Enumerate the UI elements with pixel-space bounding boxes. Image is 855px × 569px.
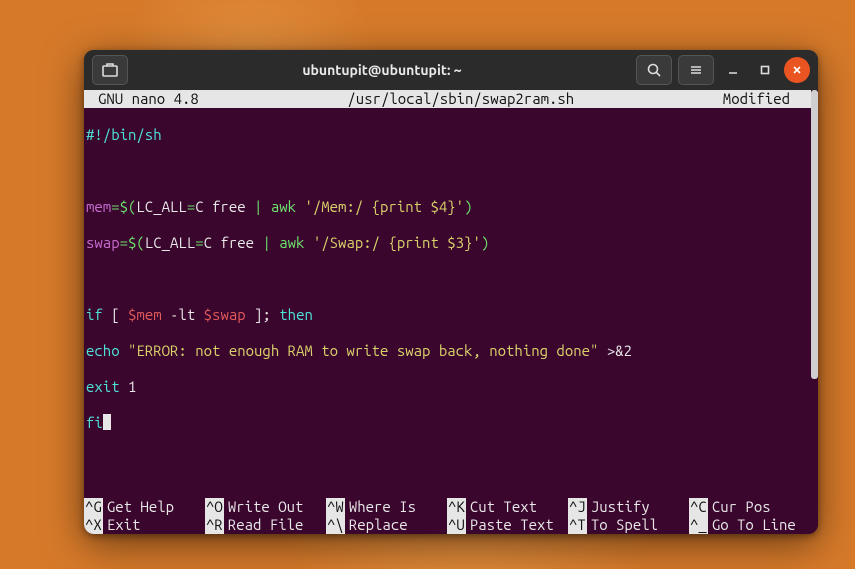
shebang: #!/bin/sh bbox=[86, 126, 162, 143]
shortcut-label: Go To Line bbox=[708, 516, 796, 534]
titlebar: ubuntupit@ubuntupit: ~ bbox=[84, 50, 818, 90]
scrollbar-thumb[interactable] bbox=[811, 90, 818, 379]
shortcut-key[interactable]: ^W bbox=[326, 498, 345, 516]
shortcut-key[interactable]: ^C bbox=[689, 498, 708, 516]
minimize-button[interactable] bbox=[720, 57, 746, 83]
new-tab-button[interactable] bbox=[92, 55, 128, 85]
terminal-area[interactable]: GNU nano 4.8 /usr/local/sbin/swap2ram.sh… bbox=[84, 90, 818, 534]
shortcut-key[interactable]: ^G bbox=[84, 498, 103, 516]
shortcut-label: To Spell bbox=[587, 516, 658, 534]
shortcut-label: Read File bbox=[224, 516, 304, 534]
shortcut-key[interactable]: ^U bbox=[447, 516, 466, 534]
shortcut-label: Cur Pos bbox=[708, 498, 771, 516]
nano-shortcuts: ^GGet Help ^OWrite Out ^WWhere Is ^KCut … bbox=[84, 498, 818, 534]
shortcut-label: Justify bbox=[587, 498, 650, 516]
shortcut-label: Replace bbox=[345, 516, 408, 534]
shortcut-label: Exit bbox=[103, 516, 141, 534]
shortcut-label: Cut Text bbox=[466, 498, 537, 516]
nano-file-path: /usr/local/sbin/swap2ram.sh bbox=[199, 90, 723, 108]
maximize-button[interactable] bbox=[752, 57, 778, 83]
shortcut-label: Paste Text bbox=[466, 516, 554, 534]
shortcut-key[interactable]: ^R bbox=[205, 516, 224, 534]
close-button[interactable] bbox=[784, 57, 810, 83]
nano-app-name: GNU nano 4.8 bbox=[84, 90, 199, 108]
shortcut-key[interactable]: ^O bbox=[205, 498, 224, 516]
shortcut-label: Write Out bbox=[224, 498, 304, 516]
nano-header: GNU nano 4.8 /usr/local/sbin/swap2ram.sh… bbox=[84, 90, 818, 108]
shortcut-row-2: ^XExit ^RRead File ^\Replace ^UPaste Tex… bbox=[84, 516, 810, 534]
menu-button[interactable] bbox=[678, 55, 714, 85]
shortcut-key[interactable]: ^\ bbox=[326, 516, 345, 534]
terminal-window: ubuntupit@ubuntupit: ~ GNU nano 4.8 /usr… bbox=[84, 50, 818, 534]
search-button[interactable] bbox=[636, 55, 672, 85]
window-title: ubuntupit@ubuntupit: ~ bbox=[134, 62, 630, 78]
shortcut-key[interactable]: ^X bbox=[84, 516, 103, 534]
editor-content[interactable]: #!/bin/sh mem=$(LC_ALL=C free | awk '/Me… bbox=[84, 108, 810, 498]
shortcut-label: Get Help bbox=[103, 498, 174, 516]
shortcut-key[interactable]: ^T bbox=[568, 516, 587, 534]
shortcut-label: Where Is bbox=[345, 498, 416, 516]
shortcut-key[interactable]: ^K bbox=[447, 498, 466, 516]
cursor bbox=[103, 414, 111, 430]
scrollbar[interactable] bbox=[811, 90, 818, 534]
nano-status: Modified bbox=[723, 90, 818, 108]
shortcut-key[interactable]: ^_ bbox=[689, 516, 708, 534]
shortcut-key[interactable]: ^J bbox=[568, 498, 587, 516]
shortcut-row-1: ^GGet Help ^OWrite Out ^WWhere Is ^KCut … bbox=[84, 498, 810, 516]
